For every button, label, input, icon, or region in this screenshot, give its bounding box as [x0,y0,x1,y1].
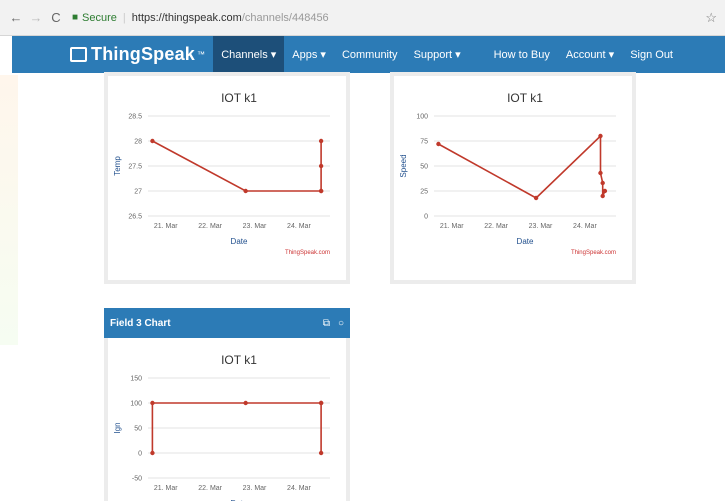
y-tick-label: 50 [420,164,428,171]
data-point [602,188,608,194]
y-tick-label: 28.5 [128,114,142,121]
chat-bubble-icon [70,47,87,62]
x-tick-label: 21. Mar [440,223,464,230]
data-point [600,193,605,199]
speed-chart[interactable]: IOT k1 0 25 50 75 100 21. Mar 22. Mar 23. Mar 24.… [394,76,632,280]
x-tick-label: 21. Mar [154,485,178,492]
y-tick-label: 27 [134,189,142,196]
x-tick-label: 24. Mar [287,485,311,492]
x-tick-label: 23. Mar [243,485,267,492]
nav-support[interactable]: Support ▾ [406,36,469,73]
chart-card-ign: IOT k1 -50 0 50 100 150 21. Mar 22. Mar 23. Mar 2… [104,338,350,501]
data-point [150,450,155,456]
nav-account[interactable]: Account ▾ [558,36,622,73]
nav-community[interactable]: Community [334,36,406,73]
y-tick-label: 100 [130,401,142,408]
y-tick-label: 28 [134,139,142,146]
nav-channels[interactable]: Channels ▾ [213,36,285,73]
y-tick-label: 27.5 [128,164,142,171]
field3-title: Field 3 Chart [110,317,171,329]
x-tick-label: 24. Mar [573,223,597,230]
y-tick-label: 75 [420,139,428,146]
nav-how-to-buy[interactable]: How to Buy [486,36,558,73]
page: ← → C ■ Secure | https://thingspeak.com … [0,0,725,501]
chart-card-speed: IOT k1 0 25 50 75 100 21. Mar 22. Mar 23. Mar 24.… [390,72,636,284]
y-tick-label: 26.5 [128,214,142,221]
site-navbar: ThingSpeak ™ Channels ▾ Apps ▾ Community… [12,36,725,73]
data-point [598,133,603,139]
y-tick-label: 0 [138,451,142,458]
ign-chart[interactable]: IOT k1 -50 0 50 100 150 21. Mar 22. Mar 23. Mar 2… [108,338,346,501]
chart-title: IOT k1 [221,91,257,105]
url-path: /channels/448456 [241,11,329,24]
y-tick-label: 50 [134,426,142,433]
data-point [243,188,248,194]
x-tick-label: 21. Mar [154,223,178,230]
y-axis-label: Temp [113,156,122,176]
thingspeak-logo[interactable]: ThingSpeak ™ [70,44,205,65]
url-host: https://thingspeak.com [131,11,242,24]
comment-icon[interactable]: ○ [338,318,344,329]
back-icon[interactable]: ← [8,10,24,25]
data-point [318,138,324,144]
x-tick-label: 23. Mar [243,223,267,230]
chart-card-temp: IOT k1 26.5 27 27.5 28 28.5 21. Mar 22. Mar 23. … [104,72,350,284]
browser-toolbar: ← → C ■ Secure | https://thingspeak.com … [0,0,725,36]
x-axis-label: Date [517,237,534,246]
background-decoration [0,75,18,345]
y-tick-label: 150 [130,376,142,383]
data-point [318,188,324,194]
secure-label: Secure [82,11,117,24]
data-point [598,170,603,176]
x-tick-label: 22. Mar [198,223,222,230]
brand-name: ThingSpeak [91,44,196,64]
forward-icon[interactable]: → [28,10,44,25]
y-tick-label: 25 [420,189,428,196]
temp-chart[interactable]: IOT k1 26.5 27 27.5 28 28.5 21. Mar 22. Mar 23. … [108,76,346,280]
x-tick-label: 22. Mar [484,223,508,230]
nav-apps[interactable]: Apps ▾ [284,36,334,73]
data-point [318,163,324,169]
data-point [600,180,605,186]
chart-credit: ThingSpeak.com [285,250,330,256]
y-tick-label: -50 [132,476,142,483]
data-point [318,450,324,456]
reload-icon[interactable]: C [48,10,64,25]
y-tick-label: 0 [424,214,428,221]
series-line [438,134,606,199]
data-point [318,400,324,406]
lock-icon: ■ [72,12,79,23]
address-separator: | [122,11,126,24]
x-tick-label: 24. Mar [287,223,311,230]
data-point [436,141,441,147]
nav-sign-out[interactable]: Sign Out [622,36,681,73]
chart-credit: ThingSpeak.com [571,250,616,256]
brand-trademark: ™ [197,50,206,59]
address-bar[interactable]: ■ Secure | https://thingspeak.com /chann… [72,7,705,29]
y-axis-label: Ign [113,422,122,433]
bookmark-star-icon[interactable]: ☆ [705,10,717,26]
external-link-icon[interactable]: ⧉ [323,318,330,329]
y-axis-label: Speed [399,154,408,177]
x-tick-label: 22. Mar [198,485,222,492]
chart-title: IOT k1 [507,91,543,105]
y-tick-label: 100 [416,114,428,121]
data-point [533,195,539,201]
data-point [150,400,155,406]
x-tick-label: 23. Mar [529,223,553,230]
field3-header: Field 3 Chart ⧉ ○ [104,308,350,338]
data-point [243,400,248,406]
data-point [150,138,155,144]
x-axis-label: Date [231,237,248,246]
chart-title: IOT k1 [221,353,257,367]
